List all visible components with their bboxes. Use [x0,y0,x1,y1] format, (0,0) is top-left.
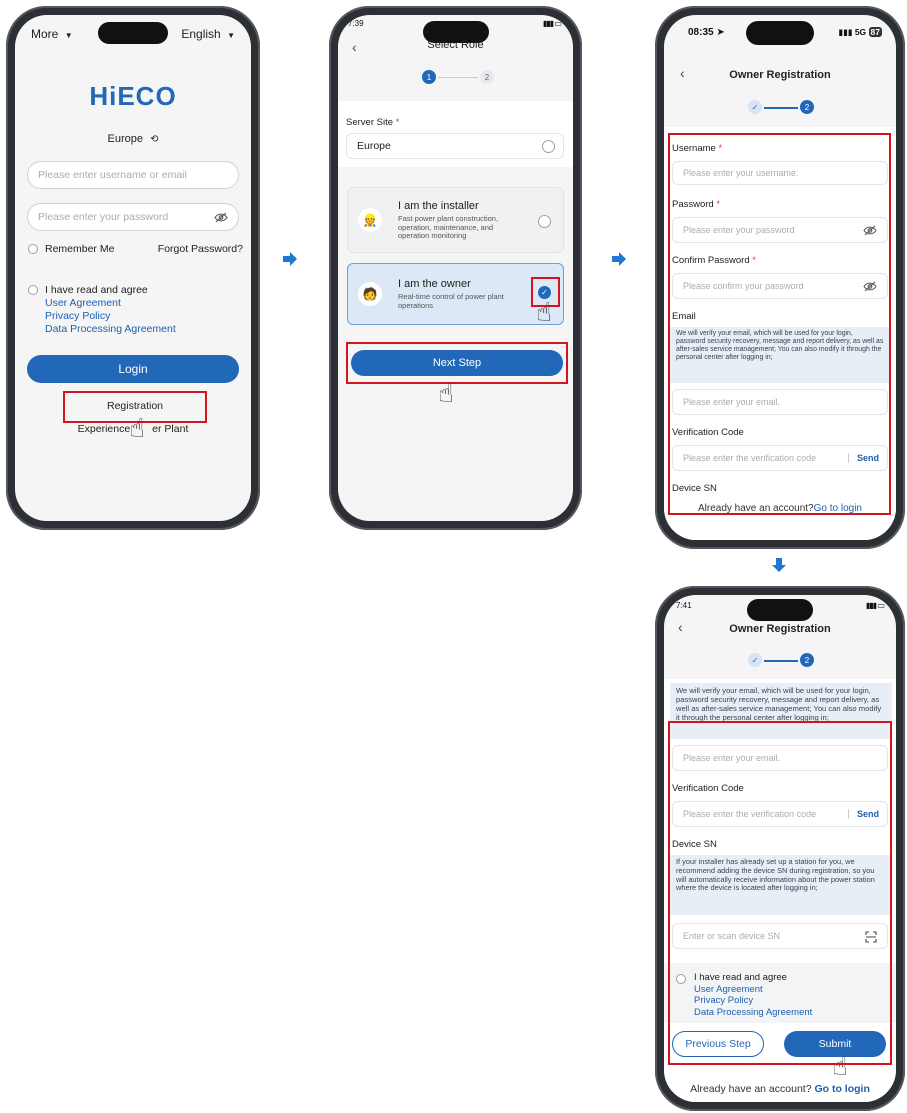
status-icons: ▮▮▮ ▭ [543,19,562,28]
username-input[interactable]: Please enter username or email [27,161,239,189]
form-highlight [668,133,891,515]
status-time: 08:35 ➤ [688,27,725,38]
step-connector [764,660,798,662]
step-1-indicator: 1 [422,70,436,84]
user-agreement-link[interactable]: User Agreement [45,297,176,310]
remember-me-radio[interactable] [28,244,38,254]
next-step-button[interactable]: Next Step [351,350,563,376]
go-to-login-link[interactable]: Go to login [814,1083,869,1095]
already-account-text: Already have an account? [690,1083,812,1095]
password-placeholder: Please enter your password [38,211,169,223]
step-1-done-icon: ✓ [748,100,762,114]
login-screen: More ▼ English ▼ HiECO Europe ⟲ Please e… [15,15,251,521]
region-selector[interactable]: Europe ⟲ [15,133,251,145]
status-icons: ▮▮▮ ▭ [866,601,885,610]
tap-hand-icon: ☝ [438,378,454,408]
experience-right: er Plant [152,423,189,435]
phone-owner-registration-top: 08:35 ➤ ▮▮▮ 5G 87 ‹ Owner Registration ✓… [655,6,905,549]
server-site-select[interactable]: Europe [346,133,564,159]
server-site-radio[interactable] [542,140,555,153]
status-time: 7:41 [676,601,692,610]
phone-owner-registration-bottom: 7:41 ▮▮▮ ▭ ‹ Owner Registration ✓ 2 We w… [655,586,905,1111]
server-site-label: Server Site * [346,117,400,128]
agree-radio[interactable] [28,285,38,295]
step-2-indicator: 2 [800,653,814,667]
more-menu[interactable]: More ▼ [31,27,73,41]
phone-login: More ▼ English ▼ HiECO Europe ⟲ Please e… [6,6,260,530]
username-placeholder: Please enter username or email [38,169,187,181]
login-label: Login [118,362,148,376]
more-label: More [31,27,59,41]
arrow-right-icon [283,252,297,266]
installer-title: I am the installer [398,200,479,212]
login-prompt: Already have an account? Go to login [664,1083,896,1095]
step-1-done-icon: ✓ [748,653,762,667]
region-label: Europe [107,133,144,145]
arrow-right-icon [612,252,626,266]
forgot-password-link[interactable]: Forgot Password? [158,243,243,255]
remember-me-label: Remember Me [45,243,115,255]
next-step-label: Next Step [432,357,482,369]
experience-left: Experience [77,423,131,435]
language-selector[interactable]: English ▼ [181,27,235,41]
dynamic-island [747,599,813,621]
installer-avatar-icon: 👷 [358,208,382,232]
owner-desc: Real-time control of power plant operati… [398,292,504,310]
registration-screen-bottom: 7:41 ▮▮▮ ▭ ‹ Owner Registration ✓ 2 We w… [664,595,896,1102]
select-role-screen: 7:39 ▮▮▮ ▭ ‹ Select Role 1 2 Server Site… [338,15,573,521]
chevron-down-icon: ▼ [227,31,235,40]
tap-hand-icon: ☝ [536,297,552,327]
installer-radio[interactable] [538,215,551,228]
registration-screen-top: 08:35 ➤ ▮▮▮ 5G 87 ‹ Owner Registration ✓… [664,15,896,540]
status-time: 7:39 [348,19,364,28]
eye-off-icon[interactable] [214,212,228,223]
server-site-value: Europe [357,140,391,152]
chevron-down-icon: ▼ [64,31,73,40]
arrow-down-icon [772,558,786,572]
step-connector [438,77,478,78]
step-2-indicator: 2 [800,100,814,114]
installer-desc: Fast power plant construction, operation… [398,214,499,241]
page-title: Select Role [427,39,484,51]
form-highlight [668,721,892,1065]
tap-hand-icon: ☝ [129,413,145,443]
privacy-policy-link[interactable]: Privacy Policy [45,310,176,323]
status-signal: ▮▮▮ 5G 87 [838,27,882,37]
dynamic-island [98,22,168,44]
language-label: English [181,27,221,41]
login-button[interactable]: Login [27,355,239,383]
page-title: Owner Registration [729,69,831,81]
agree-block: I have read and agree User Agreement Pri… [45,284,176,336]
password-input[interactable]: Please enter your password [27,203,239,231]
registration-link[interactable]: Registration [63,400,207,412]
agree-text: I have read and agree [45,284,148,296]
owner-avatar-icon: 🧑 [358,282,382,306]
hieco-logo: HiECO [89,81,177,111]
page-title: Owner Registration [729,623,831,635]
owner-title: I am the owner [398,278,471,290]
dynamic-island [746,21,814,45]
role-card-installer[interactable]: 👷 I am the installer Fast power plant co… [347,187,564,253]
phone-select-role: 7:39 ▮▮▮ ▭ ‹ Select Role 1 2 Server Site… [329,6,582,530]
step-2-indicator: 2 [480,70,494,84]
refresh-icon: ⟲ [150,134,159,145]
step-connector [764,107,798,109]
data-processing-link[interactable]: Data Processing Agreement [45,323,176,336]
